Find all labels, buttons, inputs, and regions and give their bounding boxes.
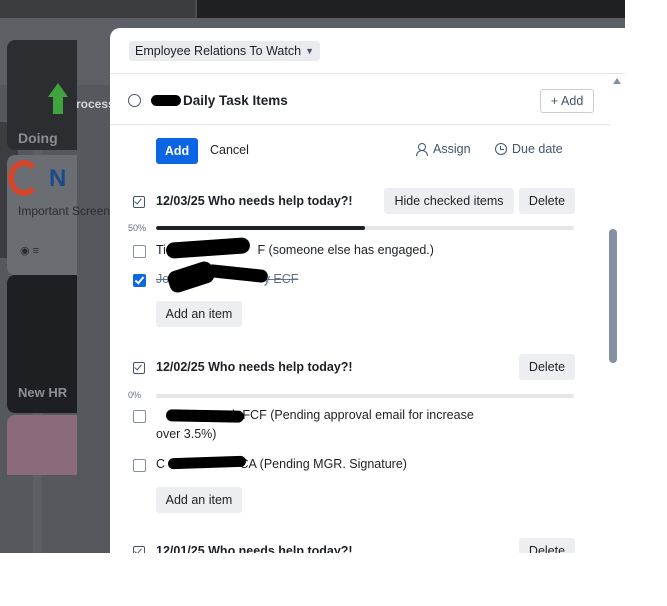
- board-search-field[interactable]: [195, 0, 625, 18]
- item-checkbox-checked[interactable]: [133, 274, 146, 287]
- progress-percent: 50%: [128, 223, 147, 233]
- add-button[interactable]: + Add: [540, 89, 594, 113]
- due-date-label: Due date: [512, 142, 563, 156]
- delete-checklist-button[interactable]: Delete: [519, 538, 575, 553]
- assign-label: Assign: [433, 142, 471, 156]
- logo-letter: N: [49, 165, 67, 192]
- add-person-icon: [416, 143, 428, 156]
- complete-toggle-icon[interactable]: [128, 94, 141, 107]
- progress-percent: 0%: [128, 390, 142, 400]
- card-title-row: Daily Task Items + Add: [110, 75, 610, 125]
- board-card-pink[interactable]: [7, 415, 77, 475]
- list-selector-label: Employee Relations To Watch: [135, 44, 302, 58]
- item-text-body: F (someone else has engaged.): [257, 243, 434, 257]
- add-button-label: Add: [561, 94, 584, 108]
- checklist-title[interactable]: 12/01/25 Who needs help today?!: [156, 544, 353, 553]
- card-badges: ◉ ≡: [20, 245, 40, 257]
- item-checkbox[interactable]: [133, 245, 146, 258]
- progress-bar-fill: [156, 226, 365, 230]
- redaction-mark: [165, 409, 245, 423]
- delete-checklist-button[interactable]: Delete: [519, 354, 575, 380]
- checklist-title[interactable]: 12/02/25 Who needs help today?!: [156, 360, 353, 374]
- checklist-icon: [133, 362, 145, 374]
- checklist: 12/03/25 Who needs help today?! Hide che…: [110, 188, 610, 368]
- card-detail-modal: Employee Relations To Watch ▼ Daily Task…: [110, 28, 625, 553]
- hide-checked-items-button[interactable]: Hide checked items: [384, 188, 514, 214]
- item-checkbox[interactable]: [133, 410, 146, 423]
- checklist-icon: [133, 546, 145, 553]
- due-date-button[interactable]: Due date: [495, 142, 563, 156]
- arrow-up-icon: [48, 83, 68, 97]
- card-cover-text: New HR: [18, 385, 68, 400]
- plus-icon: +: [550, 94, 559, 108]
- add-item-button[interactable]: Add an item: [156, 487, 242, 513]
- checklist-icon: [133, 196, 145, 208]
- delete-checklist-button[interactable]: Delete: [519, 188, 575, 214]
- add-item-button[interactable]: Add an item: [156, 301, 242, 327]
- checklist: 12/02/25 Who needs help today?! Delete 0…: [110, 354, 610, 553]
- board-topbar: [0, 0, 625, 18]
- scroll-up-arrow-icon[interactable]: [613, 78, 621, 84]
- item-text-body: CA (Pending MGR. Signature): [239, 457, 407, 471]
- checklist: 12/01/25 Who needs help today?! Delete: [110, 538, 610, 553]
- item-checkbox[interactable]: [133, 459, 146, 472]
- chevron-down-icon: ▼: [305, 46, 314, 56]
- item-text-prefix: Ti: [156, 243, 166, 257]
- progress-bar: [156, 226, 574, 230]
- item-text-prefix: C: [156, 457, 166, 471]
- scrollbar-thumb[interactable]: [609, 229, 617, 363]
- item-text-body: y ECF: [263, 272, 299, 286]
- logo-icon: [8, 160, 40, 196]
- clock-icon: [495, 143, 507, 155]
- progress-bar: [156, 394, 574, 398]
- screen: ··· Inprocess Doing N Important Screensh…: [0, 0, 667, 606]
- card-body: Add Cancel Assign Due date 12/03/25 Who …: [110, 126, 610, 553]
- checklist-title[interactable]: 12/03/25 Who needs help today?!: [156, 194, 353, 208]
- redaction-mark: [151, 95, 181, 106]
- card-cover-text: Doing: [18, 130, 58, 146]
- assign-button[interactable]: Assign: [416, 142, 471, 156]
- card-title[interactable]: Daily Task Items: [183, 93, 288, 108]
- list-selector-button[interactable]: Employee Relations To Watch ▼: [129, 41, 320, 61]
- add-confirm-button[interactable]: Add: [156, 138, 198, 164]
- arrow-stem: [53, 96, 63, 114]
- modal-header: Employee Relations To Watch ▼: [110, 28, 625, 74]
- cancel-button[interactable]: Cancel: [210, 143, 249, 157]
